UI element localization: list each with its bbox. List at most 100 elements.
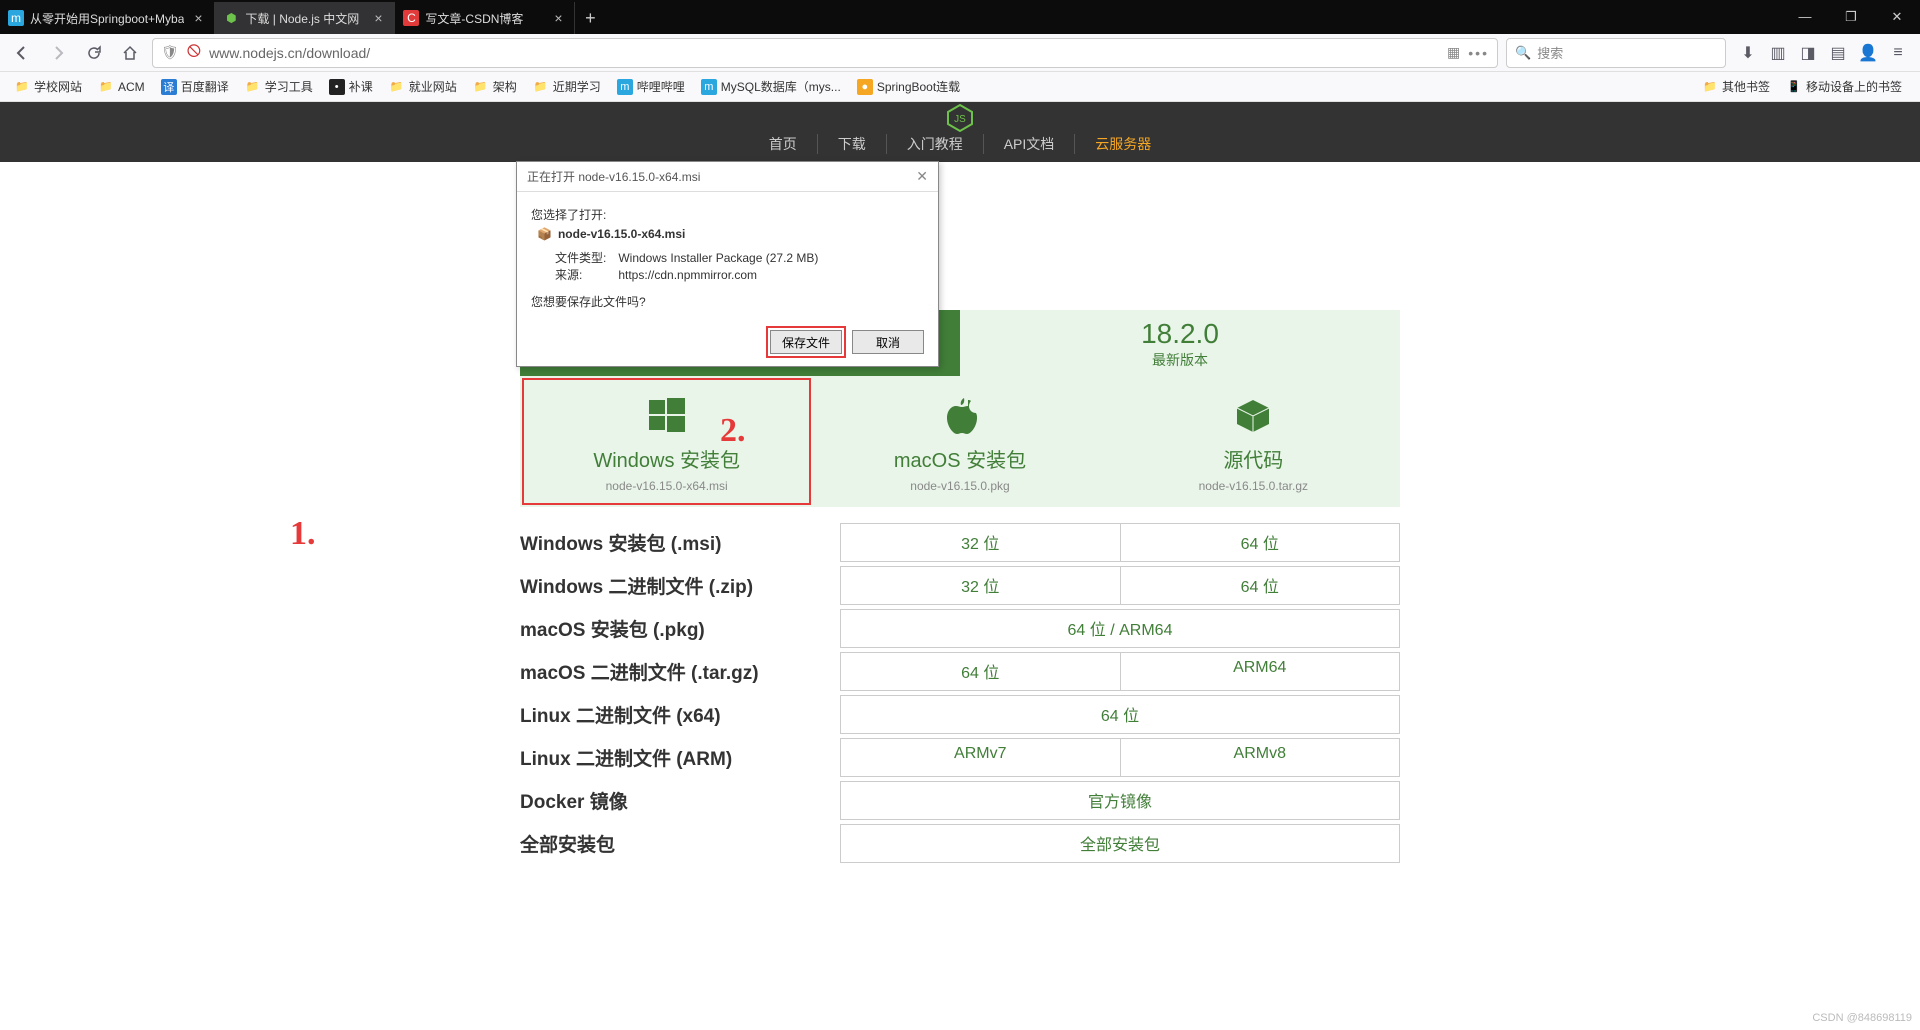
site-header: JS 首页下载入门教程API文档云服务器	[0, 102, 1920, 162]
download-cell[interactable]: 64 位	[1120, 566, 1401, 605]
download-cell[interactable]: 64 位	[1120, 523, 1401, 562]
bookmark-item[interactable]: m哔哩哔哩	[611, 76, 691, 97]
download-cell[interactable]: ARMv7	[840, 738, 1121, 777]
card-label: 源代码	[1107, 444, 1400, 473]
favicon-icon: m	[8, 10, 24, 26]
minimize-button[interactable]: —	[1782, 0, 1828, 34]
nav-item[interactable]: 入门教程	[887, 134, 984, 154]
menu-button[interactable]: ≡	[1884, 39, 1912, 67]
tab-2[interactable]: C 写文章-CSDN博客 ×	[395, 2, 575, 34]
download-cell[interactable]: 官方镜像	[840, 781, 1400, 820]
bookmark-item[interactable]: 📁学习工具	[239, 76, 319, 97]
bookmark-item[interactable]: 📁就业网站	[383, 76, 463, 97]
library-button[interactable]: ▥	[1764, 39, 1792, 67]
row-label: 全部安装包	[520, 824, 840, 863]
back-button[interactable]	[8, 39, 36, 67]
dialog-close-icon[interactable]: ✕	[916, 168, 928, 185]
site-icon: m	[701, 79, 717, 95]
account-button[interactable]: 👤	[1854, 39, 1882, 67]
cancel-button[interactable]: 取消	[852, 330, 924, 354]
tab-close-icon[interactable]: ×	[370, 10, 386, 26]
row-label: Windows 二进制文件 (.zip)	[520, 566, 840, 605]
download-cell[interactable]: 32 位	[840, 523, 1121, 562]
download-cell[interactable]: 64 位	[840, 695, 1400, 734]
bookmark-label: 学校网站	[34, 78, 82, 95]
bookmark-item[interactable]: 📁近期学习	[527, 76, 607, 97]
tab-title: 下载 | Node.js 中文网	[245, 10, 364, 27]
shield-strike-icon: 🛇	[187, 41, 201, 65]
search-placeholder: 搜索	[1537, 43, 1563, 62]
bookmark-label: 其他书签	[1722, 78, 1770, 95]
reload-button[interactable]	[80, 39, 108, 67]
bookmark-label: 就业网站	[409, 78, 457, 95]
favicon-icon: C	[403, 10, 419, 26]
download-cell[interactable]: 64 位	[840, 652, 1121, 691]
favicon-icon: ⬢	[223, 10, 239, 26]
bookmark-label: SpringBoot连载	[877, 78, 960, 95]
download-cell[interactable]: 全部安装包	[840, 824, 1400, 863]
table-row: Docker 镜像官方镜像	[520, 781, 1400, 820]
card-filename: node-v16.15.0-x64.msi	[520, 479, 813, 493]
dialog-you-chose: 您选择了打开:	[531, 206, 924, 223]
dialog-titlebar[interactable]: 正在打开 node-v16.15.0-x64.msi ✕	[517, 162, 938, 192]
bookmark-item[interactable]: 📁学校网站	[8, 76, 88, 97]
folder-icon: 📁	[98, 79, 114, 95]
download-dialog: 正在打开 node-v16.15.0-x64.msi ✕ 您选择了打开: 📦 n…	[516, 161, 939, 367]
card-filename: node-v16.15.0.pkg	[813, 479, 1106, 493]
card-filename: node-v16.15.0.tar.gz	[1107, 479, 1400, 493]
row-label: Windows 安装包 (.msi)	[520, 523, 840, 562]
nav-item[interactable]: 首页	[749, 134, 818, 154]
apple-icon	[813, 394, 1106, 438]
download-cell[interactable]: 64 位 / ARM64	[840, 609, 1400, 648]
bookmark-label: 补课	[349, 78, 373, 95]
browser-toolbar: 🛡 🛇 www.nodejs.cn/download/ ▦ ••• 🔍 搜索 ⬇…	[0, 34, 1920, 72]
nav-item[interactable]: API文档	[984, 134, 1076, 154]
svg-text:JS: JS	[954, 114, 966, 125]
tab-1[interactable]: ⬢ 下载 | Node.js 中文网 ×	[215, 2, 395, 34]
table-row: macOS 安装包 (.pkg)64 位 / ARM64	[520, 609, 1400, 648]
tab-latest[interactable]: 18.2.0 最新版本	[960, 310, 1400, 376]
qr-icon[interactable]: ▦	[1447, 44, 1460, 61]
url-bar[interactable]: 🛡 🛇 www.nodejs.cn/download/ ▦ •••	[152, 38, 1498, 68]
bookmark-label: 哔哩哔哩	[637, 78, 685, 95]
home-button[interactable]	[116, 39, 144, 67]
card-source[interactable]: 源代码 node-v16.15.0.tar.gz	[1107, 376, 1400, 507]
page-actions-icon[interactable]: •••	[1468, 45, 1489, 61]
close-button[interactable]: ✕	[1874, 0, 1920, 34]
mobile-icon: 📱	[1786, 79, 1802, 95]
tracking-button[interactable]: ▤	[1824, 39, 1852, 67]
dialog-source: 来源: https://cdn.npmmirror.com	[531, 266, 924, 283]
bookmark-item[interactable]: 📁架构	[467, 76, 523, 97]
bookmark-item[interactable]: mMySQL数据库（mys...	[695, 76, 847, 97]
tab-close-icon[interactable]: ×	[190, 10, 206, 26]
download-cell[interactable]: ARMv8	[1120, 738, 1401, 777]
card-label: Windows 安装包	[520, 444, 813, 473]
download-cell[interactable]: ARM64	[1120, 652, 1401, 691]
bookmark-label: 百度翻译	[181, 78, 229, 95]
downloads-button[interactable]: ⬇	[1734, 39, 1762, 67]
bookmark-item[interactable]: •补课	[323, 76, 379, 97]
tab-close-icon[interactable]: ×	[550, 10, 566, 26]
nav-item[interactable]: 云服务器	[1075, 134, 1171, 154]
nav-item[interactable]: 下载	[818, 134, 887, 154]
save-file-button[interactable]: 保存文件	[770, 330, 842, 354]
bookmark-item[interactable]: 📱移动设备上的书签	[1780, 76, 1908, 97]
tab-0[interactable]: m 从零开始用Springboot+Myba ×	[0, 2, 215, 34]
search-bar[interactable]: 🔍 搜索	[1506, 38, 1726, 68]
site-icon: m	[617, 79, 633, 95]
bookmark-item[interactable]: ●SpringBoot连载	[851, 76, 966, 97]
new-tab-button[interactable]: +	[575, 2, 605, 34]
bookmark-item[interactable]: 译百度翻译	[155, 76, 235, 97]
sidebar-button[interactable]: ◨	[1794, 39, 1822, 67]
card-windows[interactable]: Windows 安装包 node-v16.15.0-x64.msi	[520, 376, 813, 507]
bookmark-item[interactable]: 📁ACM	[92, 76, 151, 97]
url-text: www.nodejs.cn/download/	[209, 45, 1439, 61]
table-row: Linux 二进制文件 (ARM)ARMv7ARMv8	[520, 738, 1400, 777]
download-table: Windows 安装包 (.msi)32 位64 位Windows 二进制文件 …	[520, 523, 1400, 863]
download-cell[interactable]: 32 位	[840, 566, 1121, 605]
maximize-button[interactable]: ❐	[1828, 0, 1874, 34]
forward-button[interactable]	[44, 39, 72, 67]
page-content: JS 首页下载入门教程API文档云服务器 下载 长期支持版本: 16.15.0 …	[0, 102, 1920, 1030]
bookmark-item[interactable]: 📁其他书签	[1696, 76, 1776, 97]
card-macos[interactable]: macOS 安装包 node-v16.15.0.pkg	[813, 376, 1106, 507]
